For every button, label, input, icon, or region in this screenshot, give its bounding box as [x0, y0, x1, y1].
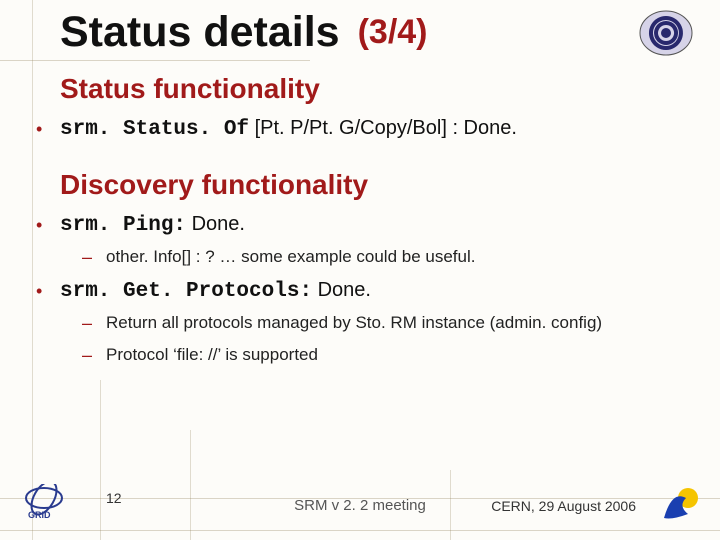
slide-body: Status functionality srm. Status. Of [Pt… [0, 73, 720, 365]
fn-name: srm. Get. Protocols: [60, 280, 312, 303]
fn-name: srm. Ping: [60, 214, 186, 237]
sub-item: Return all protocols managed by Sto. RM … [102, 313, 670, 333]
sub-item: Protocol ‘file: //’ is supported [102, 345, 670, 365]
fn-desc: Done. [312, 279, 371, 301]
swirl-icon [638, 8, 694, 58]
status-list: srm. Status. Of [Pt. P/Pt. G/Copy/Bol] :… [50, 117, 670, 141]
list-item: srm. Status. Of [Pt. P/Pt. G/Copy/Bol] :… [50, 117, 670, 141]
title-row: Status details (3/4) [0, 0, 720, 57]
fn-name: srm. Status. Of [60, 118, 249, 141]
slide-count: (3/4) [358, 13, 428, 52]
footer-place-date: CERN, 29 August 2006 [491, 498, 636, 514]
fn-desc: [Pt. P/Pt. G/Copy/Bol] : Done. [249, 117, 517, 139]
list-item: srm. Ping: Done. other. Info[] : ? … som… [50, 213, 670, 267]
decor-hline [0, 530, 720, 531]
sub-item: other. Info[] : ? … some example could b… [102, 247, 670, 267]
decor-hline [0, 60, 310, 61]
slide-title: Status details [60, 8, 340, 57]
section-heading-status: Status functionality [60, 73, 670, 105]
enabling-grids-logo-icon [658, 484, 702, 524]
fn-desc: Done. [186, 213, 245, 235]
sub-list: Return all protocols managed by Sto. RM … [102, 313, 670, 365]
discovery-list: srm. Ping: Done. other. Info[] : ? … som… [50, 213, 670, 365]
list-item: srm. Get. Protocols: Done. Return all pr… [50, 279, 670, 365]
section-heading-discovery: Discovery functionality [60, 169, 670, 201]
footer: GRID 12 SRM v 2. 2 meeting CERN, 29 Augu… [0, 482, 720, 528]
sub-list: other. Info[] : ? … some example could b… [102, 247, 670, 267]
